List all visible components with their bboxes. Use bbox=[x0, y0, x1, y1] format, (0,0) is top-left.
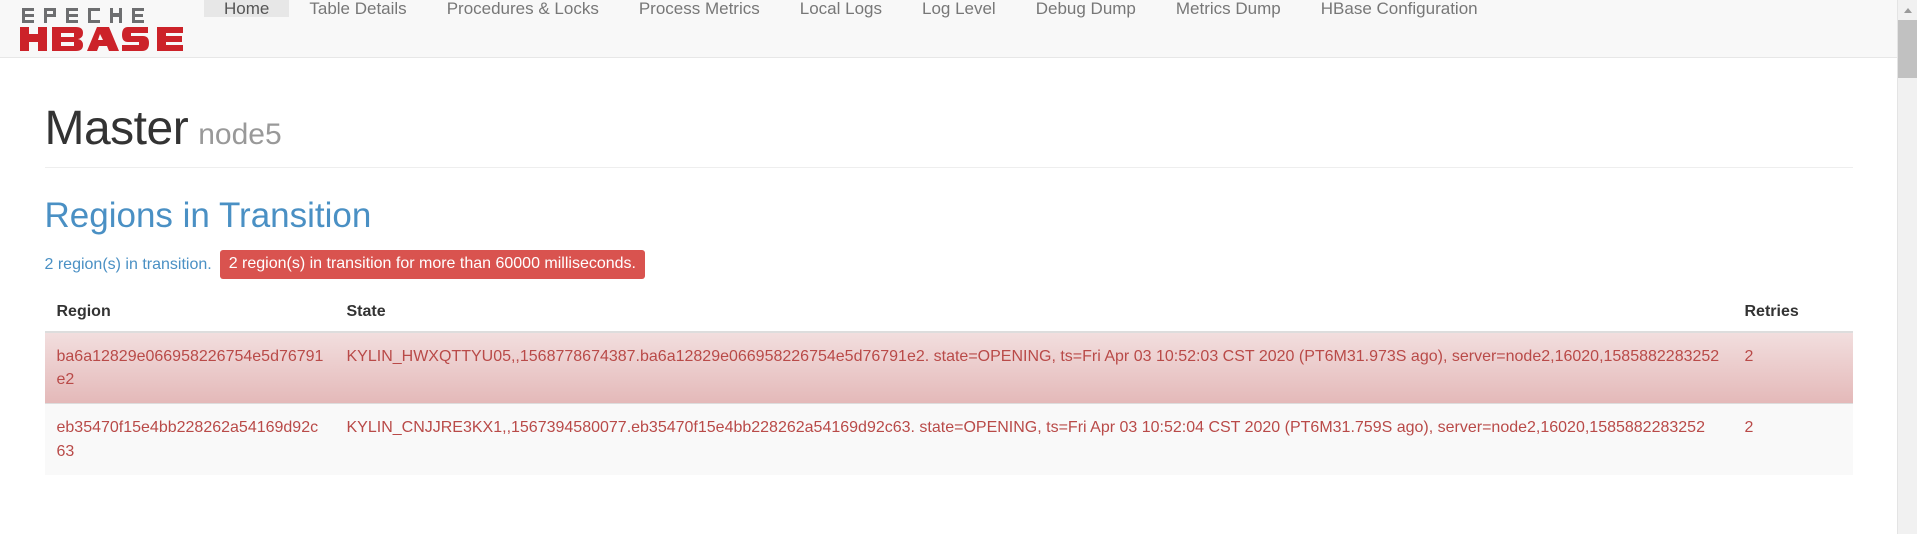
page-title: Master node5 bbox=[44, 102, 1853, 156]
browser-viewport: Home Table Details Procedures & Locks Pr… bbox=[0, 0, 1917, 534]
section-title-regions-in-transition: Regions in Transition bbox=[44, 195, 372, 235]
main-container: Master node5 Regions in Transition 2 regi… bbox=[27, 102, 1871, 475]
page-title-hostname: node5 bbox=[198, 118, 282, 151]
nav-items: Home Table Details Procedures & Locks Pr… bbox=[204, 0, 1498, 58]
page-header: Master node5 bbox=[44, 102, 1853, 168]
cell-state: KYLIN_HWXQTTYU05,,1568778674387.ba6a1282… bbox=[334, 331, 1733, 404]
cell-region: eb35470f15e4bb228262a54169d92c63 bbox=[44, 403, 335, 475]
column-header-state: State bbox=[334, 293, 1733, 334]
table-body: ba6a12829e066958226754e5d76791e2 KYLIN_H… bbox=[44, 331, 1853, 475]
nav-item-local-logs[interactable]: Local Logs bbox=[780, 0, 902, 17]
table-row: eb35470f15e4bb228262a54169d92c63 KYLIN_C… bbox=[44, 403, 1853, 475]
page-content: Home Table Details Procedures & Locks Pr… bbox=[0, 0, 1897, 534]
nav-item-table-details[interactable]: Table Details bbox=[289, 0, 426, 17]
table-header-row: Region State Retries bbox=[44, 293, 1853, 334]
scroll-up-arrow-icon[interactable] bbox=[1898, 0, 1917, 20]
regions-in-transition-count: 2 region(s) in transition. bbox=[44, 255, 212, 273]
scrollbar-thumb[interactable] bbox=[1898, 20, 1917, 78]
nav-item-metrics-dump[interactable]: Metrics Dump bbox=[1156, 0, 1301, 17]
regions-in-transition-alert-badge: 2 region(s) in transition for more than … bbox=[219, 250, 645, 280]
vertical-scrollbar[interactable] bbox=[1897, 0, 1917, 534]
nav-item-debug-dump[interactable]: Debug Dump bbox=[1016, 0, 1156, 17]
regions-in-transition-table: Region State Retries ba6a12829e066958226… bbox=[44, 293, 1853, 475]
nav-item-log-level[interactable]: Log Level bbox=[902, 0, 1016, 17]
cell-retries: 2 bbox=[1732, 331, 1853, 404]
nav-item-process-metrics[interactable]: Process Metrics bbox=[619, 0, 780, 17]
table-row: ba6a12829e066958226754e5d76791e2 KYLIN_H… bbox=[44, 331, 1853, 404]
column-header-retries: Retries bbox=[1732, 293, 1853, 334]
cell-retries: 2 bbox=[1732, 403, 1853, 475]
regions-in-transition-status: 2 region(s) in transition. 2 region(s) i… bbox=[44, 250, 1853, 280]
hbase-logo-icon bbox=[20, 7, 183, 51]
cell-state: KYLIN_CNJJRE3KX1,,1567394580077.eb35470f… bbox=[334, 403, 1733, 475]
cell-region: ba6a12829e066958226754e5d76791e2 bbox=[44, 331, 335, 404]
nav-item-procedures-and-locks[interactable]: Procedures & Locks bbox=[427, 0, 619, 17]
nav-item-home[interactable]: Home bbox=[204, 0, 290, 17]
table-head: Region State Retries bbox=[44, 293, 1853, 334]
page-title-text: Master bbox=[44, 102, 189, 155]
top-navbar: Home Table Details Procedures & Locks Pr… bbox=[0, 0, 1897, 58]
hbase-logo[interactable] bbox=[16, 6, 188, 52]
nav-item-hbase-configuration[interactable]: HBase Configuration bbox=[1301, 0, 1498, 17]
column-header-region: Region bbox=[44, 293, 335, 334]
